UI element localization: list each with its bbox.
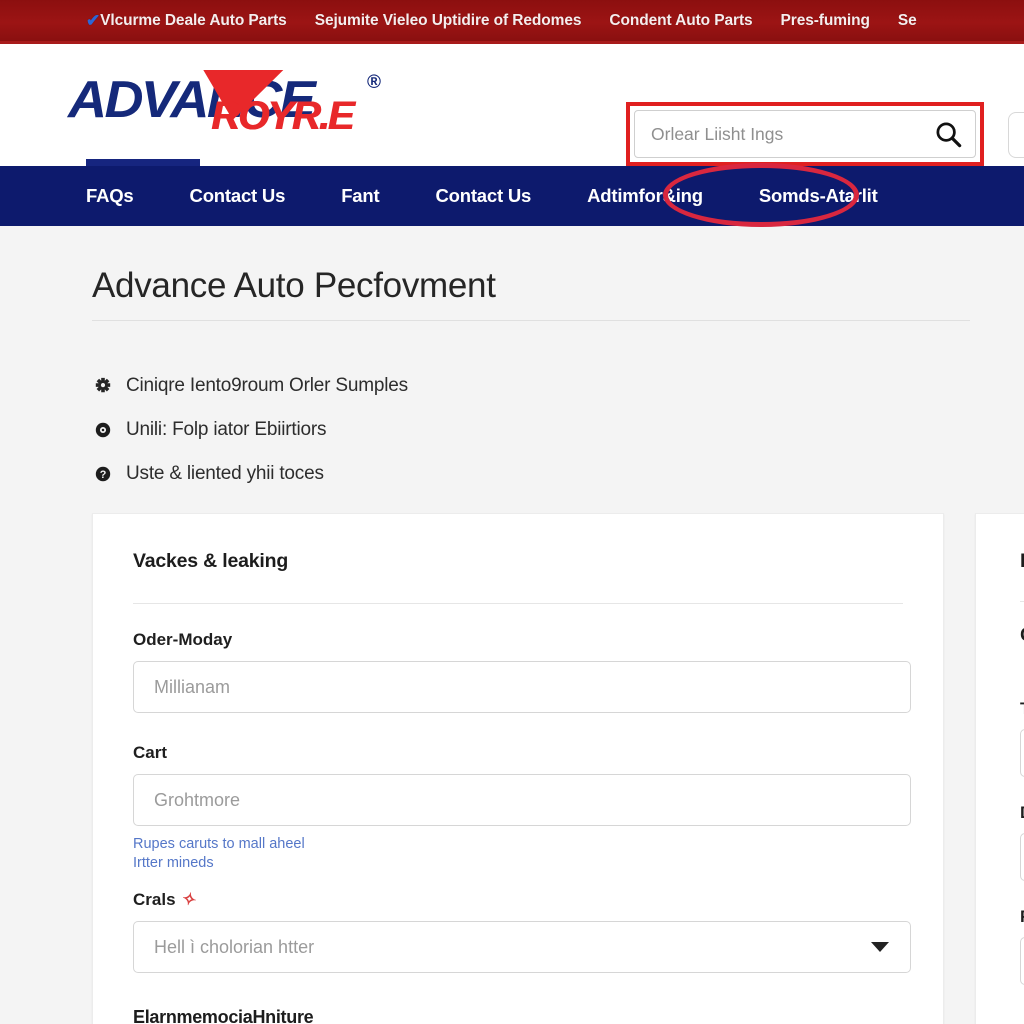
list-item-label: Unili: Folp iator Ebiirtiors — [126, 419, 327, 440]
primary-navigation: FAQs Contact Us Fant Contact Us Adtimfor… — [0, 166, 1024, 226]
header-band: ADVANCE ROYR.E ® Sorde Hellings ⋮ — [0, 44, 1024, 213]
side-card-input-2[interactable] — [1020, 833, 1024, 881]
card-title: Vackes & leaking — [133, 550, 289, 572]
side-card-input-3[interactable] — [1020, 937, 1024, 985]
list-item-label: Uste & liented yhii toces — [126, 463, 324, 484]
target-icon — [92, 421, 114, 439]
oder-moday-input[interactable] — [133, 661, 911, 713]
advance-auto-parts-logo[interactable]: ADVANCE ROYR.E ® — [68, 64, 398, 138]
page-root: ✔ Vlcurme Deale Auto Parts Sejumite Viel… — [0, 0, 1024, 1024]
checkmark-icon: ✔ — [86, 11, 101, 30]
nav-item-adtimforging[interactable]: Adtimfor&ing — [587, 185, 703, 207]
list-item-label: Ciniqre Iento9roum Orler Sumples — [126, 375, 408, 396]
field-label-text: Oder-Moday — [133, 630, 233, 649]
page-title: Advance Auto Pecfovment — [92, 266, 496, 305]
field-label-text: Crals — [133, 890, 176, 910]
question-circle-icon: ? — [92, 465, 114, 483]
topbar-item-3[interactable]: Pres-fuming — [781, 12, 870, 30]
list-item: Ciniqre Iento9roum Orler Sumples — [92, 364, 692, 408]
primary-form-card: Vackes & leaking Oder-Moday Cart Rupes c… — [92, 513, 944, 1024]
logo-overlay-text: ROYR.E — [211, 94, 354, 138]
side-card-divider — [1020, 601, 1024, 602]
helper-link[interactable]: Rupes caruts to mall aheel Irtter mineds — [133, 835, 393, 872]
topbar-item-0-label: Vlcurme Deale Auto Parts — [100, 11, 287, 29]
field-label-oder-moday: Oder-Moday — [133, 630, 903, 650]
registered-trademark-icon: ® — [367, 72, 381, 93]
search-input[interactable] — [651, 123, 933, 145]
card-subsection-title: ElarnmemociaHniture — [133, 1007, 314, 1024]
topbar-item-1[interactable]: Sejumite Vieleo Uptidire of Redomes — [315, 12, 582, 30]
required-mark-icon: ✧ — [179, 888, 198, 911]
search-bar[interactable] — [634, 110, 976, 158]
secondary-form-card: E C T D F — [975, 513, 1024, 1024]
field-label-text: Cart — [133, 743, 168, 762]
side-card-label-1: T — [1020, 699, 1024, 719]
list-item: ? Uste & liented yhii toces — [92, 452, 692, 496]
title-divider — [92, 320, 970, 321]
topbar-item-4[interactable]: Se — [898, 12, 917, 30]
side-card-label-3: F — [1020, 907, 1024, 927]
topbar-item-0[interactable]: ✔ Vlcurme Deale Auto Parts — [86, 12, 287, 30]
feature-bullet-list: Ciniqre Iento9roum Orler Sumples Unili: … — [92, 364, 692, 496]
nav-item-contact-us-2[interactable]: Contact Us — [435, 185, 531, 207]
side-card-title: E — [1020, 550, 1024, 573]
nav-item-faqs[interactable]: FAQs — [86, 185, 134, 207]
list-item: Unili: Folp iator Ebiirtiors — [92, 408, 692, 452]
nav-item-list: FAQs Contact Us Fant Contact Us Adtimfor… — [0, 166, 1024, 226]
helper-link-line-2: Irtter mineds — [133, 854, 214, 871]
crals-select-wrapper[interactable] — [133, 921, 911, 974]
cart-input[interactable] — [133, 774, 911, 826]
side-card-label-2: D — [1020, 803, 1024, 823]
main-content: Advance Auto Pecfovment Ciniqre Iento9ro… — [0, 226, 1024, 1024]
nav-item-somds-atarlit[interactable]: Somds-Atarlit — [759, 185, 878, 207]
helper-link-line-1: Rupes caruts to mall aheel — [133, 836, 305, 852]
search-icon[interactable] — [933, 119, 963, 149]
crals-select[interactable] — [133, 921, 911, 974]
card-divider — [133, 603, 903, 604]
field-label-crals: Crals ✧ — [133, 888, 903, 911]
nav-item-contact-us[interactable]: Contact Us — [190, 185, 286, 207]
field-label-cart: Cart — [133, 743, 903, 763]
svg-text:?: ? — [100, 469, 107, 481]
side-card-row-1: C — [1020, 624, 1024, 647]
header-side-control[interactable]: ⋮ — [1008, 112, 1024, 158]
gear-icon — [92, 377, 114, 395]
topbar-item-2[interactable]: Condent Auto Parts — [609, 12, 752, 30]
nav-item-fant[interactable]: Fant — [341, 185, 379, 207]
top-utility-bar: ✔ Vlcurme Deale Auto Parts Sejumite Viel… — [0, 0, 1024, 44]
side-card-input-1[interactable] — [1020, 729, 1024, 777]
